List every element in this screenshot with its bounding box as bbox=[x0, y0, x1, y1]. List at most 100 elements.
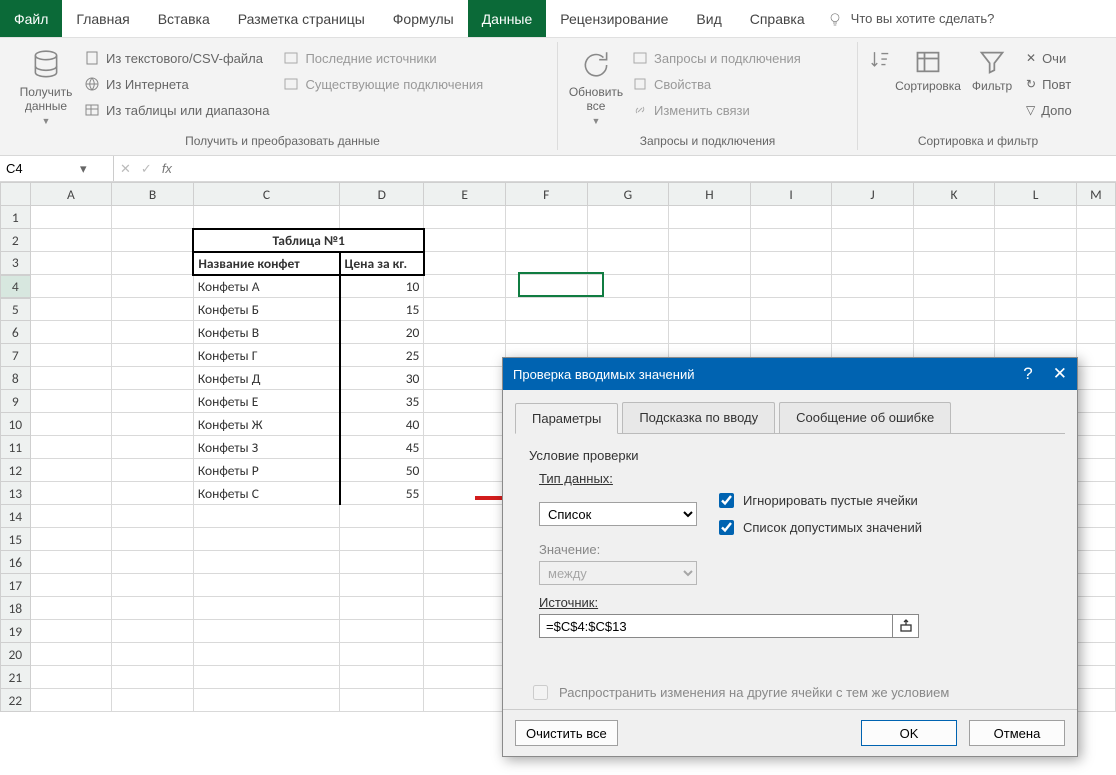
col-header[interactable]: H bbox=[669, 183, 751, 206]
reapply-button[interactable]: ↻Повт bbox=[1026, 72, 1072, 96]
cell[interactable] bbox=[1076, 551, 1115, 574]
cell[interactable] bbox=[30, 252, 112, 275]
cell[interactable] bbox=[112, 459, 194, 482]
refresh-all-button[interactable]: Обновить все ▼ bbox=[566, 44, 626, 126]
cell[interactable] bbox=[340, 620, 424, 643]
ignore-blank-checkbox[interactable]: Игнорировать пустые ячейки bbox=[715, 490, 922, 511]
range-picker-button[interactable] bbox=[893, 614, 919, 638]
cell[interactable] bbox=[424, 528, 506, 551]
cell[interactable] bbox=[112, 689, 194, 712]
menu-data[interactable]: Данные bbox=[468, 0, 547, 37]
row-header[interactable]: 3 bbox=[1, 252, 31, 275]
cell[interactable]: 45 bbox=[340, 436, 424, 459]
cell[interactable] bbox=[424, 390, 506, 413]
cell[interactable]: Конфеты Е bbox=[193, 390, 339, 413]
formula-input[interactable] bbox=[178, 156, 1116, 181]
col-header[interactable]: F bbox=[505, 183, 587, 206]
cell[interactable] bbox=[30, 390, 112, 413]
cell[interactable] bbox=[587, 298, 669, 321]
cell[interactable]: Конфеты Ж bbox=[193, 413, 339, 436]
cell[interactable] bbox=[832, 298, 913, 321]
cell[interactable]: Цена за кг. bbox=[340, 252, 424, 275]
menu-formulas[interactable]: Формулы bbox=[379, 0, 468, 37]
col-header[interactable]: D bbox=[340, 183, 424, 206]
row-header[interactable]: 22 bbox=[1, 689, 31, 712]
cell[interactable] bbox=[1076, 482, 1115, 505]
cell[interactable] bbox=[1076, 344, 1115, 367]
cell[interactable]: Конфеты Р bbox=[193, 459, 339, 482]
cell[interactable] bbox=[112, 643, 194, 666]
cell[interactable] bbox=[1076, 459, 1115, 482]
fx-icon[interactable]: fx bbox=[162, 161, 172, 176]
clear-all-button[interactable]: Очистить все bbox=[515, 720, 618, 746]
cell[interactable] bbox=[1076, 574, 1115, 597]
cell[interactable] bbox=[424, 574, 506, 597]
cell[interactable]: Конфеты В bbox=[193, 321, 339, 344]
cell[interactable]: 20 bbox=[340, 321, 424, 344]
cell[interactable] bbox=[750, 252, 831, 275]
cell[interactable] bbox=[193, 689, 339, 712]
cell[interactable] bbox=[30, 344, 112, 367]
cell[interactable] bbox=[112, 390, 194, 413]
cancel-button[interactable]: Отмена bbox=[969, 720, 1065, 746]
cell[interactable] bbox=[587, 321, 669, 344]
row-header[interactable]: 21 bbox=[1, 666, 31, 689]
cell[interactable] bbox=[995, 321, 1077, 344]
cell[interactable] bbox=[750, 298, 831, 321]
row-header[interactable]: 6 bbox=[1, 321, 31, 344]
recent-sources-button[interactable]: Последние источники bbox=[283, 46, 483, 70]
row-header[interactable]: 16 bbox=[1, 551, 31, 574]
cell[interactable] bbox=[995, 275, 1077, 298]
cell[interactable] bbox=[112, 551, 194, 574]
cell[interactable]: Конфеты С bbox=[193, 482, 339, 505]
cell[interactable] bbox=[112, 344, 194, 367]
cell[interactable]: Конфеты Г bbox=[193, 344, 339, 367]
cell[interactable]: Таблица №1 bbox=[193, 229, 424, 252]
cell[interactable] bbox=[112, 229, 194, 252]
tab-parameters[interactable]: Параметры bbox=[515, 403, 618, 434]
menu-review[interactable]: Рецензирование bbox=[546, 0, 682, 37]
col-header[interactable]: C bbox=[193, 183, 339, 206]
cell[interactable] bbox=[30, 620, 112, 643]
row-header[interactable]: 10 bbox=[1, 413, 31, 436]
col-header[interactable]: L bbox=[995, 183, 1077, 206]
cell[interactable] bbox=[995, 252, 1077, 275]
cell[interactable] bbox=[30, 505, 112, 528]
cell[interactable]: 40 bbox=[340, 413, 424, 436]
cell[interactable] bbox=[587, 252, 669, 275]
cell[interactable] bbox=[30, 413, 112, 436]
cell[interactable] bbox=[750, 229, 831, 252]
cell[interactable] bbox=[913, 275, 995, 298]
row-header[interactable]: 2 bbox=[1, 229, 31, 252]
col-header[interactable]: M bbox=[1076, 183, 1115, 206]
select-all-corner[interactable] bbox=[1, 183, 31, 206]
cell[interactable] bbox=[193, 574, 339, 597]
existing-connections-button[interactable]: Существующие подключения bbox=[283, 72, 483, 96]
cell[interactable] bbox=[112, 505, 194, 528]
cell[interactable] bbox=[424, 505, 506, 528]
cell[interactable] bbox=[832, 275, 913, 298]
row-header[interactable]: 17 bbox=[1, 574, 31, 597]
cell[interactable] bbox=[340, 689, 424, 712]
cell[interactable] bbox=[193, 551, 339, 574]
row-header[interactable]: 19 bbox=[1, 620, 31, 643]
cell[interactable] bbox=[424, 298, 506, 321]
cell[interactable] bbox=[1076, 298, 1115, 321]
cell[interactable] bbox=[750, 275, 831, 298]
menu-home[interactable]: Главная bbox=[62, 0, 143, 37]
cell[interactable] bbox=[30, 436, 112, 459]
menu-file[interactable]: Файл bbox=[0, 0, 62, 37]
cell[interactable] bbox=[1076, 666, 1115, 689]
cell[interactable] bbox=[913, 229, 995, 252]
cell[interactable]: Конфеты А bbox=[193, 275, 339, 298]
filter-button[interactable]: Фильтр bbox=[962, 44, 1022, 93]
row-header[interactable]: 7 bbox=[1, 344, 31, 367]
cell[interactable] bbox=[340, 574, 424, 597]
cell[interactable] bbox=[193, 666, 339, 689]
cell[interactable] bbox=[30, 666, 112, 689]
cell[interactable]: 10 bbox=[340, 275, 424, 298]
cell[interactable] bbox=[913, 206, 995, 229]
cell[interactable] bbox=[340, 643, 424, 666]
cell[interactable] bbox=[193, 528, 339, 551]
cell[interactable] bbox=[30, 528, 112, 551]
